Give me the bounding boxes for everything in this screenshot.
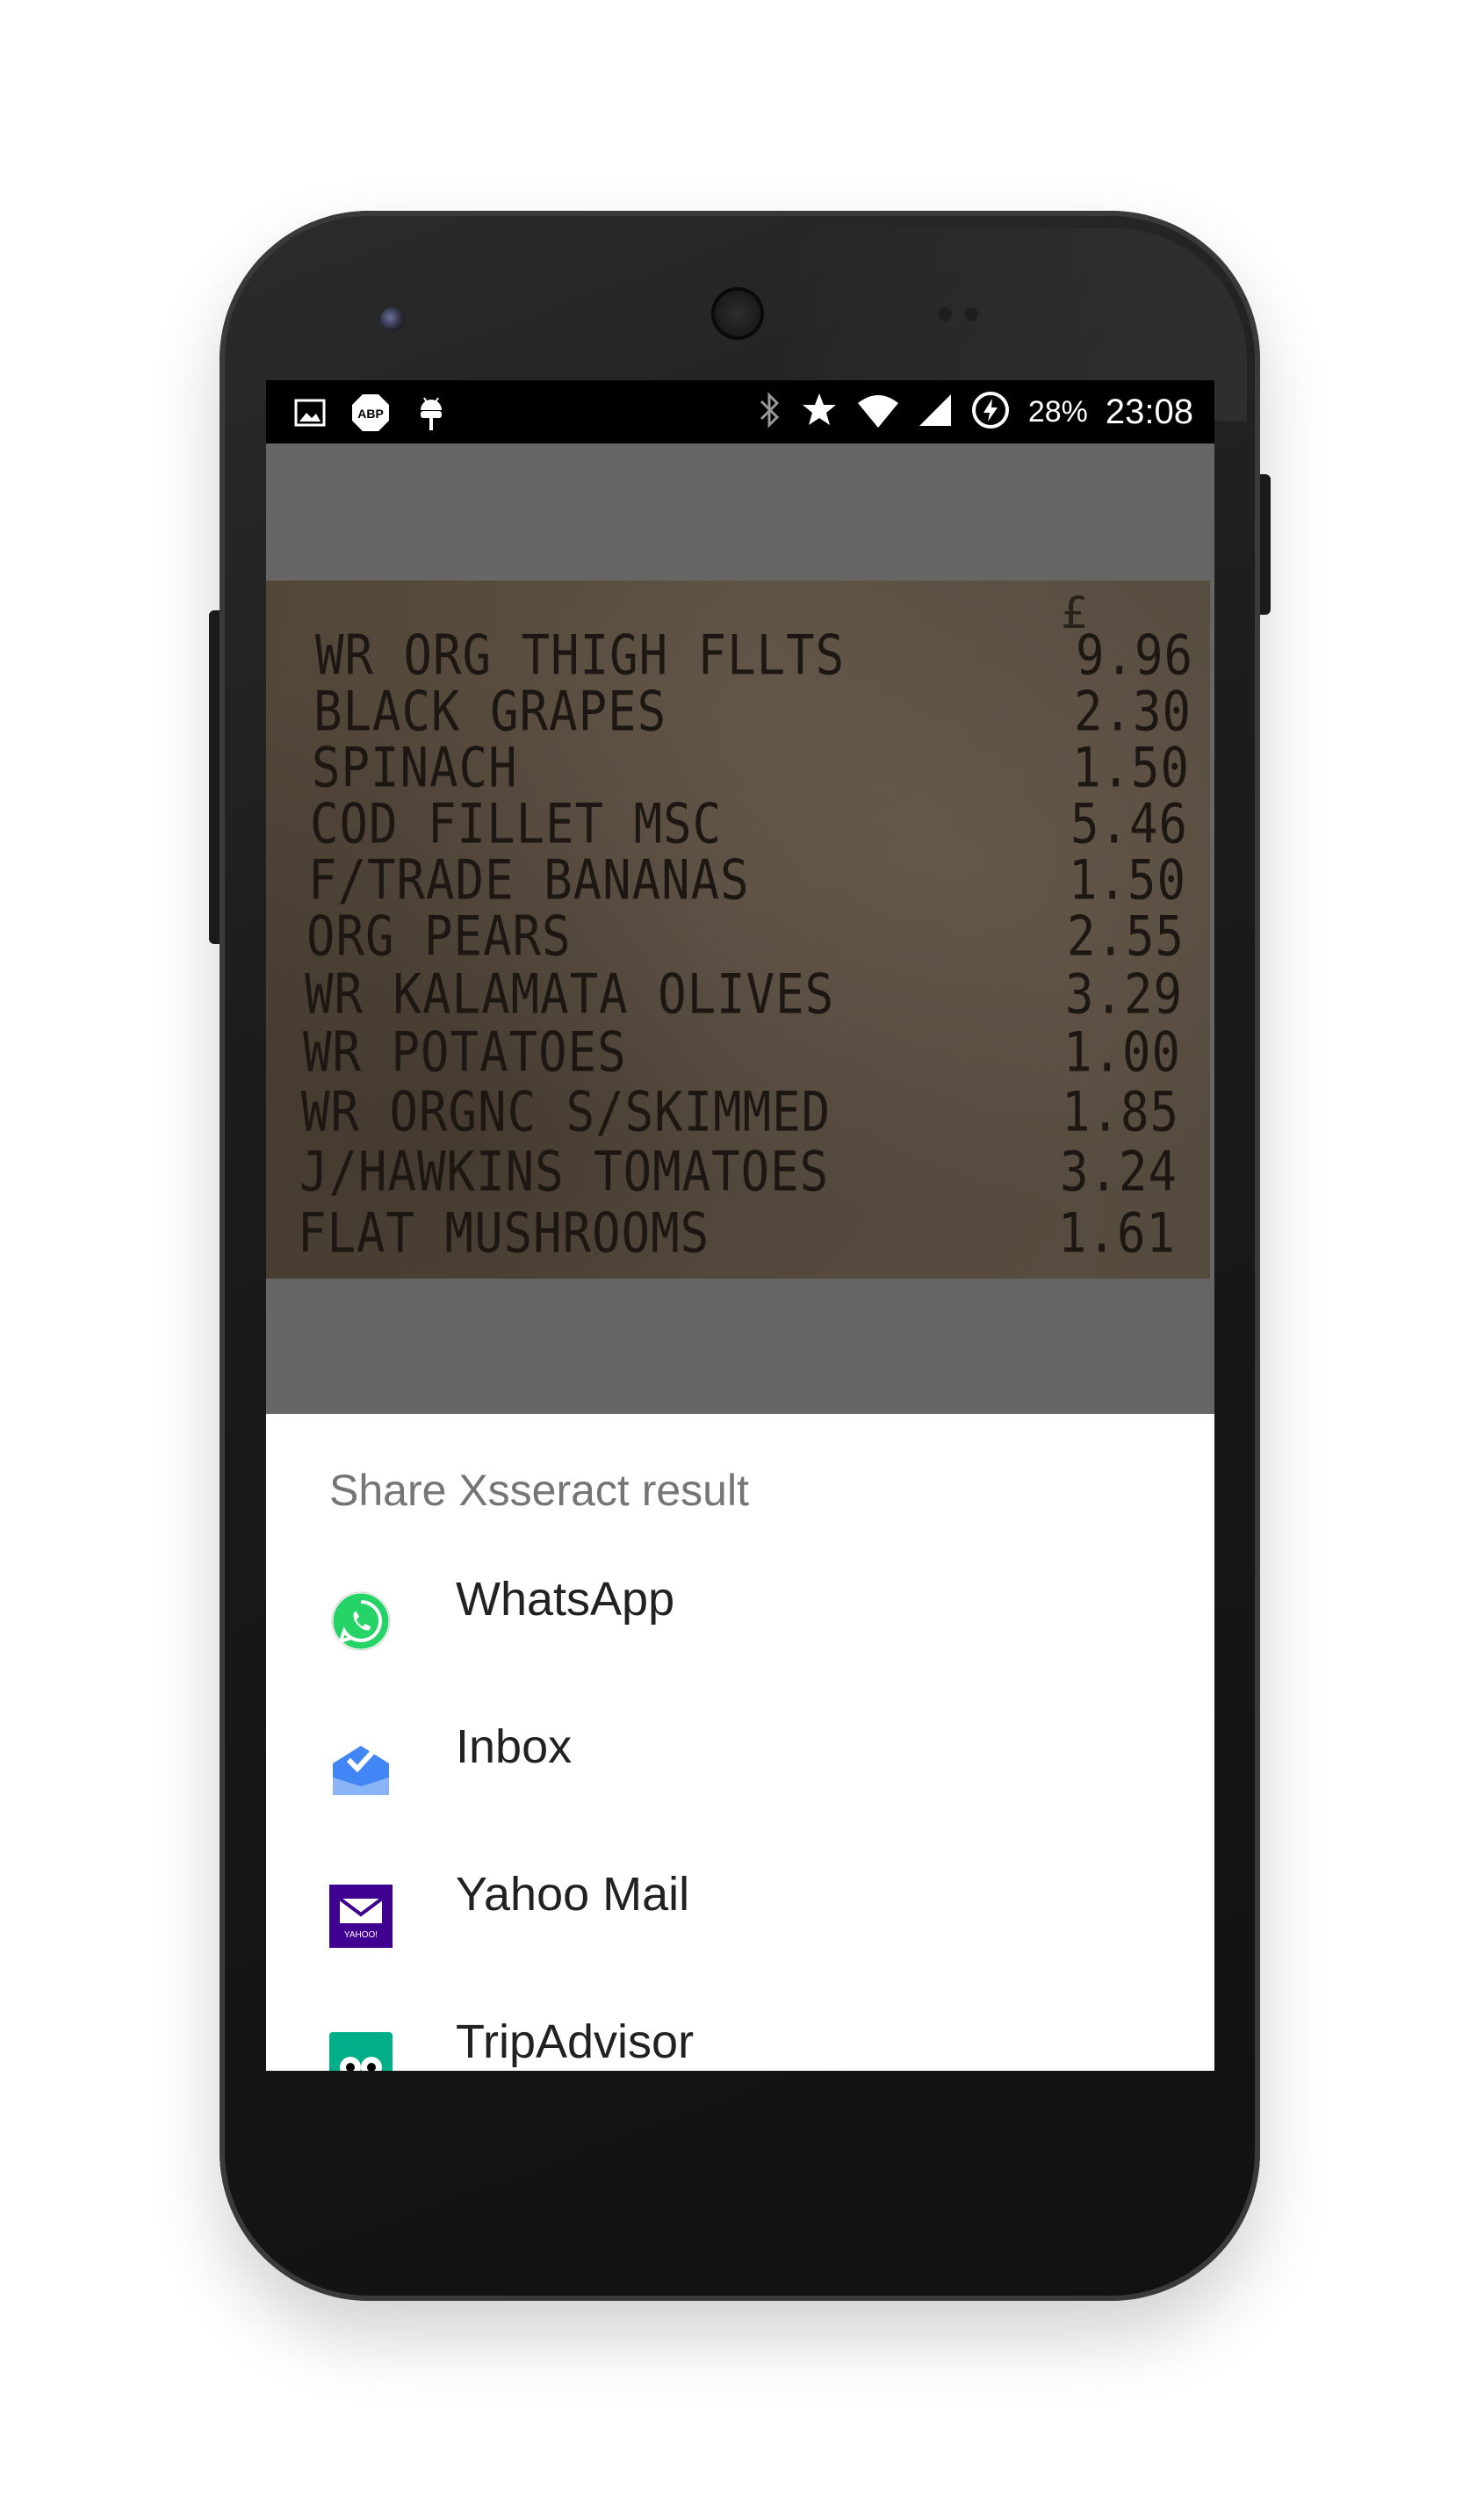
receipt-line: WR ORGNC S/SKIMMED 1.85 — [301, 1080, 1210, 1145]
whatsapp-icon — [329, 1590, 393, 1653]
receipt-item: WR KALAMATA OLIVES — [305, 963, 835, 1027]
receipt-price: 2.30 — [1073, 680, 1192, 744]
cell-signal-icon — [918, 391, 953, 434]
share-sheet: Share Xsseract result WhatsApp Inbox YAH… — [266, 1414, 1214, 2071]
earpiece-speaker — [711, 287, 764, 340]
status-bar: ABP 28% 23:08 — [266, 380, 1214, 443]
star-icon — [800, 391, 839, 434]
share-target-tripadvisor[interactable]: TripAdvisor — [266, 1995, 1214, 2071]
receipt-line: F/TRADE BANANAS 1.50 — [308, 848, 1210, 913]
receipt-price: 1.61 — [1057, 1201, 1176, 1265]
share-target-yahoo-mail[interactable]: YAHOO! Yahoo Mail — [266, 1848, 1214, 1995]
share-target-label: WhatsApp — [456, 1573, 675, 1626]
battery-saver-icon — [970, 390, 1011, 435]
receipt-line: SPINACH 1.50 — [312, 736, 1210, 801]
receipt-line: ORG PEARS 2.55 — [306, 905, 1210, 970]
wifi-icon — [856, 391, 900, 434]
receipt-line: WR KALAMATA OLIVES 3.29 — [305, 963, 1210, 1027]
receipt-item: ORG PEARS — [306, 905, 572, 969]
inbox-icon — [329, 1737, 393, 1800]
share-target-whatsapp[interactable]: WhatsApp — [266, 1553, 1214, 1700]
share-target-inbox[interactable]: Inbox — [266, 1700, 1214, 1848]
receipt-item: J/HAWKINS TOMATOES — [299, 1140, 830, 1204]
receipt-price: 1.50 — [1068, 848, 1186, 912]
power-button — [1258, 474, 1271, 615]
android-debug-icon — [414, 393, 449, 437]
share-sheet-title: Share Xsseract result — [329, 1466, 749, 1515]
yahoo-mail-icon: YAHOO! — [329, 1885, 393, 1948]
receipt-line: COD FILLET MSC 5.46 — [310, 792, 1210, 857]
device-mockup: ABP 28% 23:08 £ WR ORG THIGH FLLTS 9.96 … — [0, 0, 1484, 2509]
receipt-item: BLACK GRAPES — [313, 680, 667, 744]
clock: 23:08 — [1105, 392, 1193, 431]
tripadvisor-icon — [329, 2032, 393, 2071]
receipt-item: F/TRADE BANANAS — [308, 848, 750, 912]
receipt-line: WR POTATOES 1.00 — [303, 1020, 1210, 1085]
receipt-price: 3.24 — [1059, 1140, 1178, 1204]
receipt-item: WR ORGNC S/SKIMMED — [301, 1080, 832, 1144]
front-camera — [380, 307, 405, 332]
receipt-line: FLAT MUSHROOMS 1.61 — [298, 1201, 1210, 1266]
light-sensor — [964, 307, 978, 321]
receipt-price: 1.00 — [1063, 1020, 1181, 1085]
svg-text:ABP: ABP — [357, 407, 384, 421]
receipt-line: WR ORG THIGH FLLTS 9.96 — [315, 624, 1210, 689]
receipt-item: WR POTATOES — [303, 1020, 627, 1085]
share-target-label: TripAdvisor — [456, 2015, 695, 2068]
abp-icon: ABP — [350, 393, 391, 437]
receipt-line: J/HAWKINS TOMATOES 3.24 — [299, 1140, 1210, 1205]
proximity-sensor — [938, 307, 952, 321]
receipt-price: 1.85 — [1061, 1080, 1179, 1144]
share-target-label: Yahoo Mail — [456, 1868, 690, 1921]
bluetooth-icon — [756, 391, 782, 434]
receipt-price: 5.46 — [1070, 792, 1188, 856]
receipt-price: 1.50 — [1071, 736, 1190, 800]
share-target-label: Inbox — [456, 1720, 573, 1773]
battery-percent: 28% — [1027, 394, 1088, 429]
phone-screen: ABP 28% 23:08 £ WR ORG THIGH FLLTS 9.96 … — [266, 380, 1214, 2071]
receipt-price: 3.29 — [1064, 963, 1183, 1027]
yahoo-icon-text: YAHOO! — [344, 1930, 378, 1940]
receipt-item: WR ORG THIGH FLLTS — [315, 624, 846, 688]
receipt-price: 9.96 — [1075, 624, 1193, 688]
receipt-item: FLAT MUSHROOMS — [298, 1201, 710, 1265]
receipt-price: 2.55 — [1066, 905, 1185, 969]
receipt-line: BLACK GRAPES 2.30 — [313, 680, 1210, 745]
receipt-item: SPINACH — [312, 736, 518, 800]
receipt-item: COD FILLET MSC — [310, 792, 723, 856]
image-icon — [292, 395, 328, 435]
receipt-image: £ WR ORG THIGH FLLTS 9.96 BLACK GRAPES 2… — [266, 580, 1210, 1279]
